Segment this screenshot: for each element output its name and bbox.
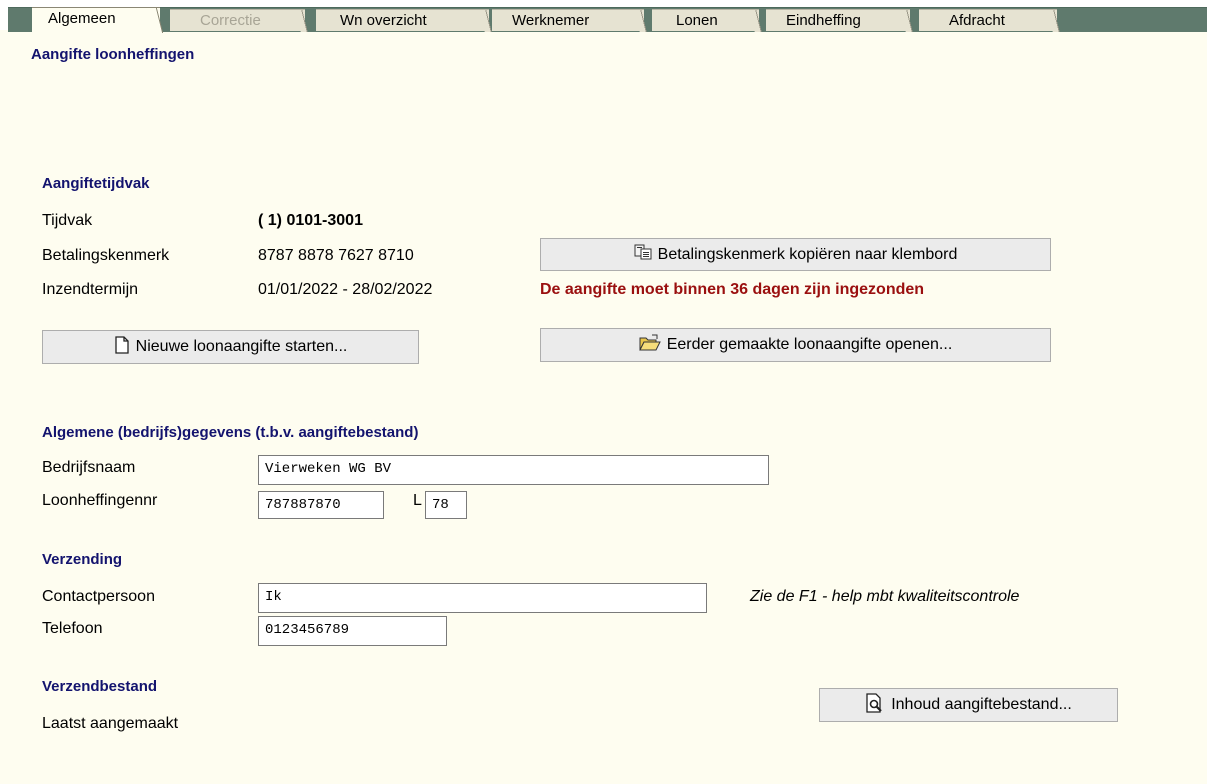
tab-eindheffing[interactable]: Eindheffing (766, 9, 910, 31)
inzendtermijn-value: 01/01/2022 - 28/02/2022 (258, 281, 433, 298)
preview-document-icon (865, 692, 885, 718)
bedrijfsnaam-label: Bedrijfsnaam (42, 459, 136, 476)
tab-algemeen[interactable]: Algemeen (32, 7, 160, 32)
telefoon-field[interactable]: 0123456789 (258, 616, 447, 646)
copy-betalingskenmerk-button[interactable]: Betalingskenmerk kopiëren naar klembord (540, 238, 1051, 271)
telefoon-label: Telefoon (42, 620, 103, 637)
tab-label: Afdracht (949, 12, 1005, 29)
inzendtermijn-label: Inzendtermijn (42, 281, 139, 298)
tab-lonen[interactable]: Lonen (652, 9, 759, 31)
deadline-warning: De aangifte moet binnen 36 dagen zijn in… (540, 281, 925, 298)
inhoud-aangiftebestand-button[interactable]: Inhoud aangiftebestand... (819, 688, 1118, 722)
tab-label: Wn overzicht (340, 12, 427, 29)
tab-label: Werknemer (512, 12, 590, 29)
open-folder-icon (638, 334, 661, 357)
l-label: L (413, 492, 422, 509)
tab-bar: Algemeen Correctie Wn overzicht Werkneme… (0, 0, 1207, 32)
f1-help-note: Zie de F1 - help mbt kwaliteitscontrole (750, 588, 1020, 605)
new-aangifte-button[interactable]: Nieuwe loonaangifte starten... (42, 330, 419, 364)
betalingskenmerk-label: Betalingskenmerk (42, 247, 170, 264)
tab-afdracht[interactable]: Afdracht (919, 9, 1057, 31)
open-aangifte-label: Eerder gemaakte loonaangifte openen... (666, 336, 953, 353)
open-aangifte-button[interactable]: Eerder gemaakte loonaangifte openen... (540, 328, 1051, 362)
tab-label: Lonen (676, 12, 718, 29)
copy-icon (634, 244, 652, 265)
loonheffingennr-field[interactable]: 787887870 (258, 491, 384, 519)
tab-correctie[interactable]: Correctie (170, 9, 305, 31)
new-aangifte-label: Nieuwe loonaangifte starten... (135, 338, 348, 355)
new-document-icon (114, 335, 130, 359)
section-heading-aangiftetijdvak: Aangiftetijdvak (42, 175, 150, 192)
bedrijfsnaam-field[interactable]: Vierweken WG BV (258, 455, 769, 485)
tab-wn-overzicht[interactable]: Wn overzicht (316, 9, 489, 31)
betalingskenmerk-value: 8787 8878 7627 8710 (258, 247, 414, 264)
inhoud-button-label: Inhoud aangiftebestand... (891, 696, 1072, 713)
loonheffingennr-label: Loonheffingennr (42, 492, 158, 509)
page-title: Aangifte loonheffingen (31, 46, 195, 63)
laatst-aangemaakt-label: Laatst aangemaakt (42, 715, 179, 732)
tab-label: Algemeen (48, 10, 116, 27)
tijdvak-value: ( 1) 0101-3001 (258, 212, 363, 229)
contactpersoon-label: Contactpersoon (42, 588, 155, 605)
copy-button-label: Betalingskenmerk kopiëren naar klembord (657, 245, 958, 263)
tab-label: Correctie (200, 12, 261, 29)
contactpersoon-field[interactable]: Ik (258, 583, 707, 613)
section-heading-bedrijfsgegevens: Algemene (bedrijfs)gegevens (t.b.v. aang… (42, 424, 419, 441)
l-number-field[interactable]: 78 (425, 491, 467, 519)
section-heading-verzendbestand: Verzendbestand (42, 678, 158, 695)
tab-werknemer[interactable]: Werknemer (492, 9, 644, 31)
section-heading-verzending: Verzending (42, 551, 123, 568)
tijdvak-label: Tijdvak (42, 212, 93, 229)
tab-label: Eindheffing (786, 12, 861, 29)
